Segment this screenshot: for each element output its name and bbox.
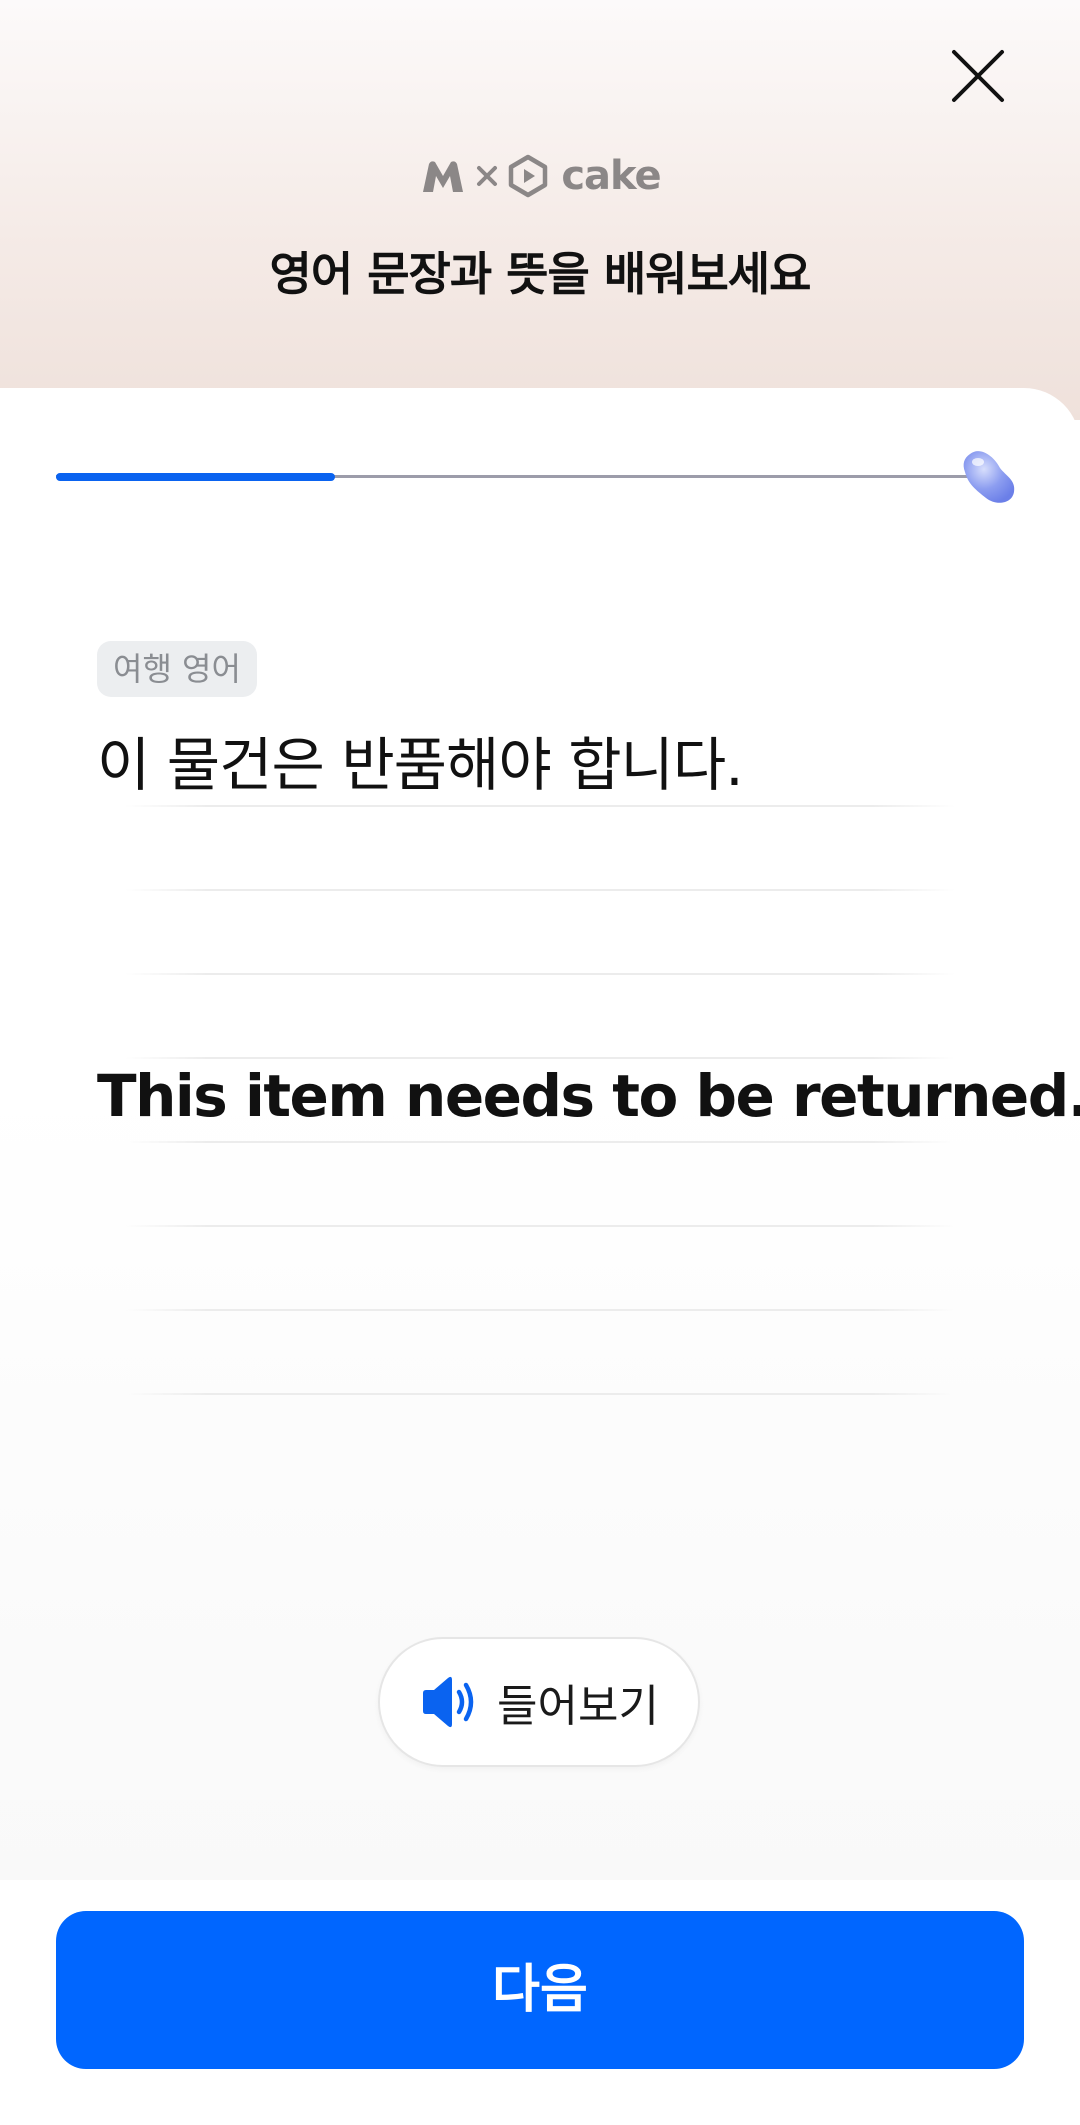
- times-icon: [475, 164, 499, 188]
- m-logo-icon: [419, 158, 467, 194]
- header-background: [0, 0, 1080, 420]
- listen-button-label: 들어보기: [497, 1681, 659, 1732]
- cake-logo-icon: [507, 154, 549, 198]
- korean-sentence: 이 물건은 반품해야 합니다.: [97, 731, 744, 799]
- page-title: 영어 문장과 뜻을 배워보세요: [269, 247, 812, 301]
- category-badge: 여행 영어: [97, 641, 257, 697]
- ruled-line: [125, 1141, 955, 1143]
- progress-fill: [56, 473, 335, 481]
- ruled-line: [125, 1057, 955, 1059]
- ruled-line: [125, 973, 955, 975]
- ruled-line: [125, 805, 955, 807]
- ruled-line: [125, 1309, 955, 1311]
- ruled-line: [125, 889, 955, 891]
- speaker-icon: [423, 1676, 474, 1728]
- close-icon[interactable]: [946, 44, 1010, 108]
- english-sentence: This item needs to be returned.: [97, 1062, 1080, 1130]
- jellybean-icon: [963, 451, 1015, 503]
- ruled-line: [125, 1225, 955, 1227]
- ruled-lines: [125, 805, 955, 1477]
- ruled-line: [125, 1393, 955, 1395]
- next-button[interactable]: 다음: [56, 1911, 1024, 2069]
- brand-logos: cake: [0, 150, 1080, 202]
- listen-button[interactable]: 들어보기: [378, 1637, 700, 1767]
- partner-name: cake: [561, 153, 661, 199]
